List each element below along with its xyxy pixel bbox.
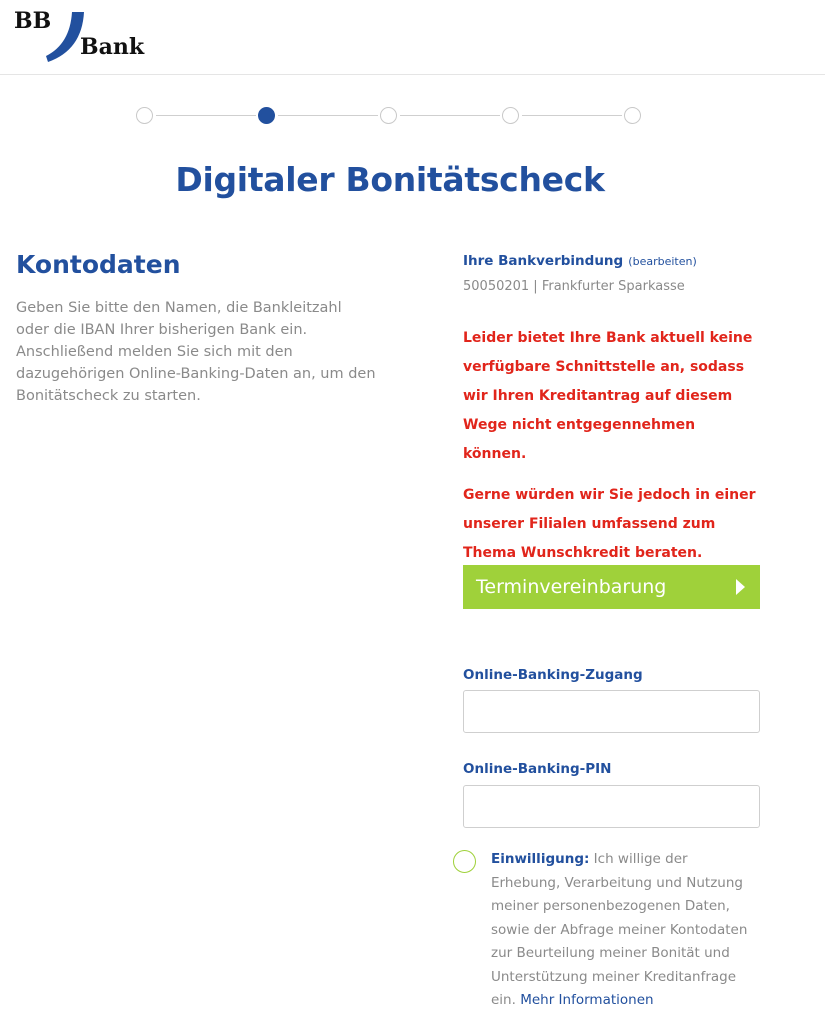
login-input[interactable] — [463, 690, 760, 733]
step-connector — [278, 115, 378, 116]
step-4-indicator — [502, 107, 519, 124]
more-info-link[interactable]: Mehr Informationen — [520, 992, 653, 1008]
error-message-branch: Gerne würden wir Sie jedoch in einer uns… — [463, 487, 756, 561]
account-data-section: Kontodaten Geben Sie bitte den Namen, di… — [16, 250, 376, 407]
step-5-indicator — [624, 107, 641, 124]
pin-input[interactable] — [463, 785, 760, 828]
section-heading: Kontodaten — [16, 250, 181, 279]
consent-text: Einwilligung: Ich willige der Erhebung, … — [491, 848, 761, 1013]
section-description: Geben Sie bitte den Namen, die Bankleitz… — [16, 300, 376, 404]
appointment-button[interactable]: Terminvereinbarung — [463, 565, 760, 609]
progress-stepper — [136, 105, 646, 125]
edit-bank-link[interactable]: (bearbeiten) — [628, 255, 696, 268]
step-connector — [400, 115, 500, 116]
bank-info: 50050201 | Frankfurter Sparkasse — [463, 279, 685, 294]
step-3-indicator — [380, 107, 397, 124]
bank-connection-label: Ihre Bankverbindung — [463, 253, 624, 269]
step-connector — [522, 115, 622, 116]
header: BB Bank — [0, 0, 825, 75]
consent-body: Ich willige der Erhebung, Verarbeitung u… — [491, 851, 748, 1008]
bank-connection-header: Ihre Bankverbindung (bearbeiten) — [463, 250, 763, 269]
appointment-button-label: Terminvereinbarung — [476, 576, 667, 598]
login-label: Online-Banking-Zugang — [463, 667, 643, 683]
pin-label: Online-Banking-PIN — [463, 761, 612, 777]
bank-connection-panel: Ihre Bankverbindung (bearbeiten) 5005020… — [453, 250, 763, 1008]
error-message-unavailable: Leider bietet Ihre Bank aktuell keine ve… — [463, 330, 753, 462]
page-title: Digitaler Bonitätscheck — [175, 160, 605, 199]
step-connector — [156, 115, 256, 116]
logo-bank-text: Bank — [80, 34, 145, 60]
bb-bank-logo[interactable]: BB Bank — [14, 8, 154, 64]
arrow-right-icon — [736, 579, 745, 595]
step-1-indicator — [136, 107, 153, 124]
consent-radio[interactable] — [453, 850, 476, 873]
step-2-indicator-active — [258, 107, 275, 124]
consent-title: Einwilligung: — [491, 851, 590, 867]
